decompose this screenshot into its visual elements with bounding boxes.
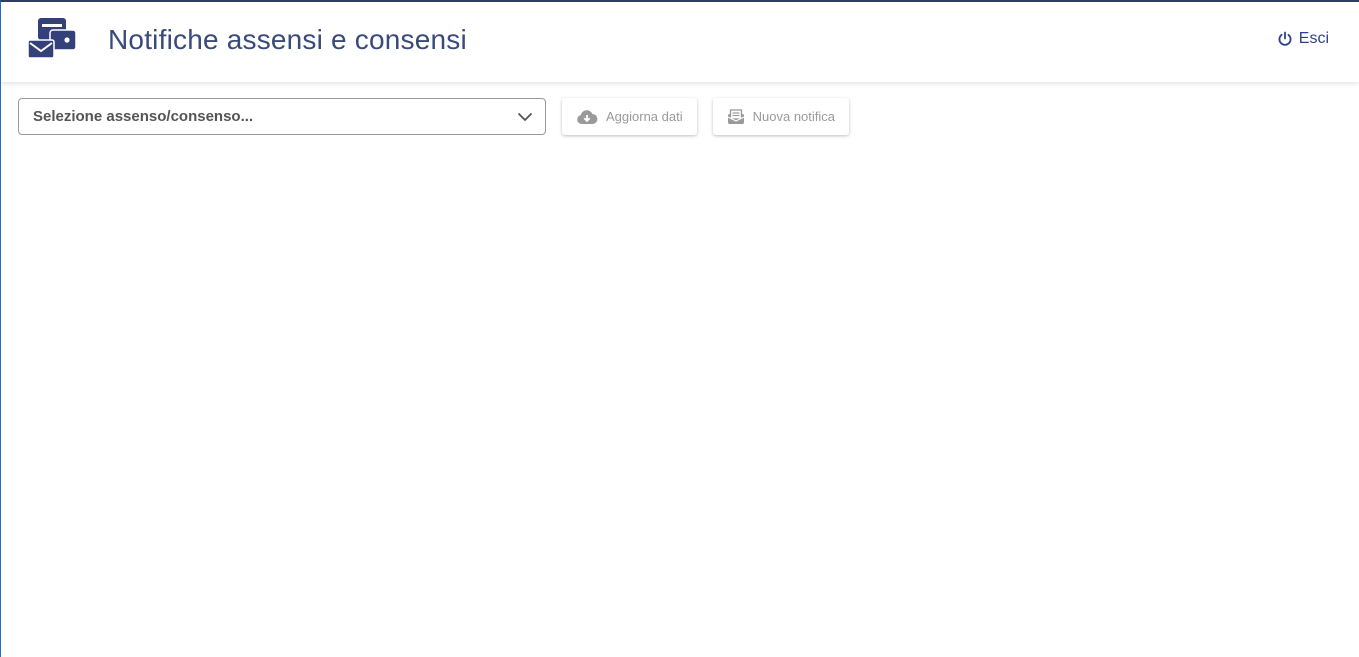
- mail-wallet-icon: [27, 18, 77, 64]
- refresh-data-button[interactable]: Aggiorna dati: [562, 98, 697, 135]
- mail-open-icon: [727, 108, 745, 125]
- power-icon: [1277, 31, 1293, 47]
- new-notification-button[interactable]: Nuova notifica: [712, 98, 850, 135]
- refresh-data-label: Aggiorna dati: [606, 109, 683, 124]
- toolbar: Selezione assenso/consenso... Aggiorna d…: [18, 98, 850, 135]
- cloud-download-icon: [576, 109, 598, 125]
- assent-consent-select[interactable]: Selezione assenso/consenso...: [18, 98, 546, 135]
- app-header: Notifiche assensi e consensi Esci: [1, 2, 1359, 82]
- logout-label: Esci: [1298, 30, 1329, 47]
- new-notification-label: Nuova notifica: [752, 109, 836, 124]
- logout-button[interactable]: Esci: [1277, 30, 1329, 48]
- select-value: Selezione assenso/consenso...: [33, 108, 254, 125]
- app-window: Notifiche assensi e consensi Esci Selezi…: [0, 0, 1359, 657]
- chevron-down-icon: [517, 110, 533, 129]
- page-title: Notifiche assensi e consensi: [108, 24, 467, 55]
